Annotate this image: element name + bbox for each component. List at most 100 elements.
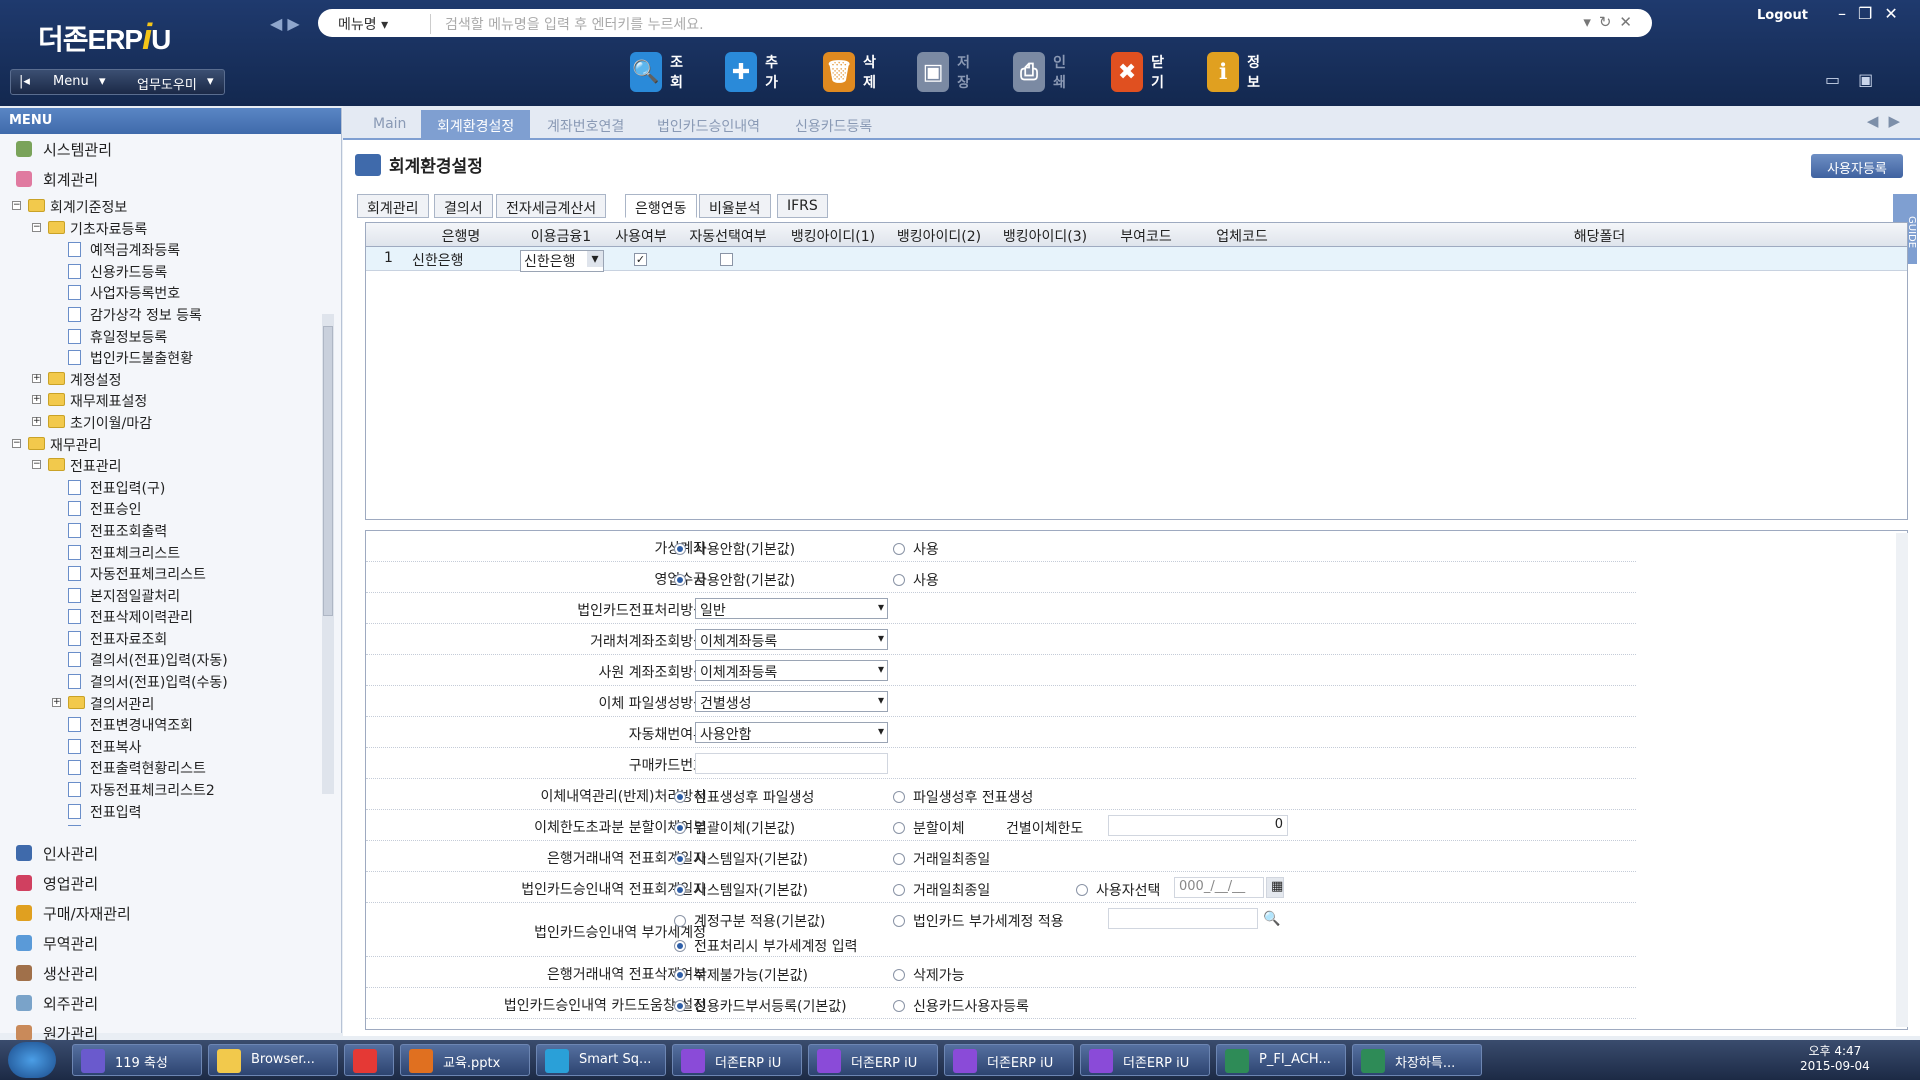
col-banking-id-2[interactable]: 뱅킹아이디(2): [886, 226, 992, 246]
tree-item[interactable]: 감가상각 정보 등록: [0, 304, 336, 326]
tree-item[interactable]: 결의서(전표)입력(자동): [0, 649, 336, 671]
radio-option[interactable]: 사용자선택: [1076, 880, 1160, 900]
transfer-limit-input[interactable]: 0: [1108, 815, 1288, 836]
tree-item[interactable]: 신용카드등록: [0, 261, 336, 283]
col-auto-select[interactable]: 자동선택여부: [676, 226, 780, 246]
auto-select-checkbox[interactable]: [720, 253, 733, 266]
radio-button[interactable]: [674, 853, 686, 865]
col-banking-id-3[interactable]: 뱅킹아이디(3): [992, 226, 1098, 246]
nav-arrows[interactable]: ◀ ▶: [270, 14, 300, 33]
expand-toggle-icon[interactable]: −: [32, 460, 41, 470]
taskbar-item[interactable]: P_FI_ACH...: [1216, 1044, 1346, 1076]
radio-button[interactable]: [893, 915, 905, 927]
expand-toggle-icon[interactable]: −: [32, 222, 41, 232]
radio-button[interactable]: [674, 791, 686, 803]
radio-button[interactable]: [1076, 884, 1088, 896]
col-bank-name[interactable]: 은행명: [406, 226, 516, 246]
subtab-ratio-analysis[interactable]: 비율분석: [699, 194, 771, 218]
info-button[interactable]: ℹ 정보: [1207, 52, 1268, 92]
table-row[interactable]: 1 신한은행 신한은행 ▾ ✓: [366, 247, 1907, 272]
tree-item[interactable]: 법인카드불출현황: [0, 347, 336, 369]
add-button[interactable]: ✚ 추가: [725, 52, 786, 92]
user-register-button[interactable]: 사용자등록: [1811, 154, 1903, 178]
tree-item[interactable]: 전표변경내역조회: [0, 714, 336, 736]
module-accounting[interactable]: 회계관리: [0, 164, 341, 194]
tree-item[interactable]: 전표복사: [0, 736, 336, 758]
taskbar-item[interactable]: Smart Sq...: [536, 1044, 666, 1076]
tree-item[interactable]: 전표입력(구): [0, 477, 336, 499]
radio-option[interactable]: 시스템일자(기본값): [674, 849, 808, 869]
cell-bank[interactable]: 신한은행: [412, 250, 464, 270]
expand-toggle-icon[interactable]: +: [52, 697, 61, 707]
module-item[interactable]: 외주관리: [0, 988, 336, 1018]
radio-button[interactable]: [893, 822, 905, 834]
tab-corp-card-approval[interactable]: 법인카드승인내역: [641, 110, 776, 140]
tree-item[interactable]: 예적금계좌등록: [0, 239, 336, 261]
col-banking-id-1[interactable]: 뱅킹아이디(1): [780, 226, 886, 246]
tree-item[interactable]: + 재무제표설정: [0, 390, 336, 412]
taskbar-item[interactable]: 더존ERP iU: [1080, 1044, 1210, 1076]
start-button[interactable]: [8, 1042, 56, 1078]
radio-button[interactable]: [674, 1000, 686, 1012]
select-field[interactable]: 이체계좌등록: [695, 629, 888, 650]
col-use[interactable]: 사용여부: [606, 226, 676, 246]
expand-toggle-icon[interactable]: +: [32, 395, 41, 405]
print-button[interactable]: ⎙ 인쇄: [1013, 52, 1074, 92]
radio-option[interactable]: 신용카드사용자등록: [893, 996, 1029, 1016]
radio-option[interactable]: 전표처리시 부가세계정 입력: [674, 936, 857, 956]
tree-item[interactable]: 전표자료조회: [0, 628, 336, 650]
tree-item[interactable]: − 재무관리: [0, 434, 336, 456]
helper-button[interactable]: 업무도우미: [137, 74, 197, 93]
radio-option[interactable]: 파일생성후 전표생성: [893, 787, 1033, 807]
radio-button[interactable]: [674, 543, 686, 555]
calendar-icon[interactable]: ▦: [1266, 877, 1284, 898]
radio-option[interactable]: 사용안함(기본값): [674, 570, 795, 590]
tree-item[interactable]: 본지점일괄처리: [0, 585, 336, 607]
expand-toggle-icon[interactable]: +: [32, 373, 41, 383]
radio-button[interactable]: [893, 1000, 905, 1012]
tree-item[interactable]: 전표입력: [0, 801, 336, 823]
tree-item[interactable]: 전표삭제이력관리: [0, 606, 336, 628]
tree-item[interactable]: 전표조회출력: [0, 520, 336, 542]
select-field[interactable]: 건별생성: [695, 691, 888, 712]
radio-option[interactable]: 신용카드부서등록(기본값): [674, 996, 847, 1016]
expand-toggle-icon[interactable]: −: [12, 201, 21, 210]
card-number-input[interactable]: [695, 753, 888, 774]
select-field[interactable]: 일반: [695, 598, 888, 619]
radio-button[interactable]: [674, 915, 686, 927]
expand-toggle-icon[interactable]: +: [32, 416, 41, 426]
tree-item[interactable]: 전표출력현황리스트: [0, 757, 336, 779]
subtab-accounting[interactable]: 회계관리: [357, 194, 429, 218]
window-controls[interactable]: –❐✕: [1838, 4, 1910, 23]
system-clock[interactable]: 오후 4:47 2015-09-04: [1800, 1044, 1870, 1074]
expand-toggle-icon[interactable]: −: [12, 438, 21, 448]
radio-button[interactable]: [674, 822, 686, 834]
tree-item[interactable]: + 계정설정: [0, 369, 336, 391]
tree-item[interactable]: 자동전표체크리스트2: [0, 779, 336, 801]
tree-item[interactable]: 결의서(외화예외): [0, 822, 336, 826]
date-input[interactable]: 000_/__/__: [1174, 877, 1264, 898]
radio-option[interactable]: 사용: [893, 539, 939, 559]
tree-item[interactable]: − 전표관리: [0, 455, 336, 477]
taskbar-item[interactable]: 더존ERP iU: [672, 1044, 802, 1076]
search-category-select[interactable]: 메뉴명 ▾: [338, 14, 428, 34]
radio-option[interactable]: 삭제가능: [893, 965, 965, 985]
radio-option[interactable]: 일괄이체(기본값): [674, 818, 795, 838]
tree-item[interactable]: 전표승인: [0, 498, 336, 520]
tree-item[interactable]: 휴일정보등록: [0, 326, 336, 348]
tab-scroll-arrows[interactable]: ◀▶: [1867, 112, 1910, 130]
module-system[interactable]: 시스템관리: [0, 134, 341, 164]
tree-item[interactable]: − 기초자료등록: [0, 218, 336, 240]
vat-account-input[interactable]: [1108, 908, 1258, 929]
select-field[interactable]: 사용안함: [695, 722, 888, 743]
search-controls[interactable]: ▾↻✕: [1583, 13, 1640, 31]
menu-button[interactable]: Menu: [53, 74, 89, 89]
tree-item[interactable]: + 초기이월/마감: [0, 412, 336, 434]
close-button[interactable]: ✖ 닫기: [1111, 52, 1172, 92]
subtab-ifrs[interactable]: IFRS: [777, 194, 828, 218]
tab-accounting-settings[interactable]: 회계환경설정: [421, 110, 531, 140]
col-company-code[interactable]: 업체코드: [1194, 226, 1290, 246]
taskbar-item[interactable]: 더존ERP iU: [808, 1044, 938, 1076]
search-input[interactable]: 검색할 메뉴명을 입력 후 엔터키를 누르세요.: [430, 14, 704, 34]
subtab-bank-link[interactable]: 은행연동: [625, 194, 697, 218]
